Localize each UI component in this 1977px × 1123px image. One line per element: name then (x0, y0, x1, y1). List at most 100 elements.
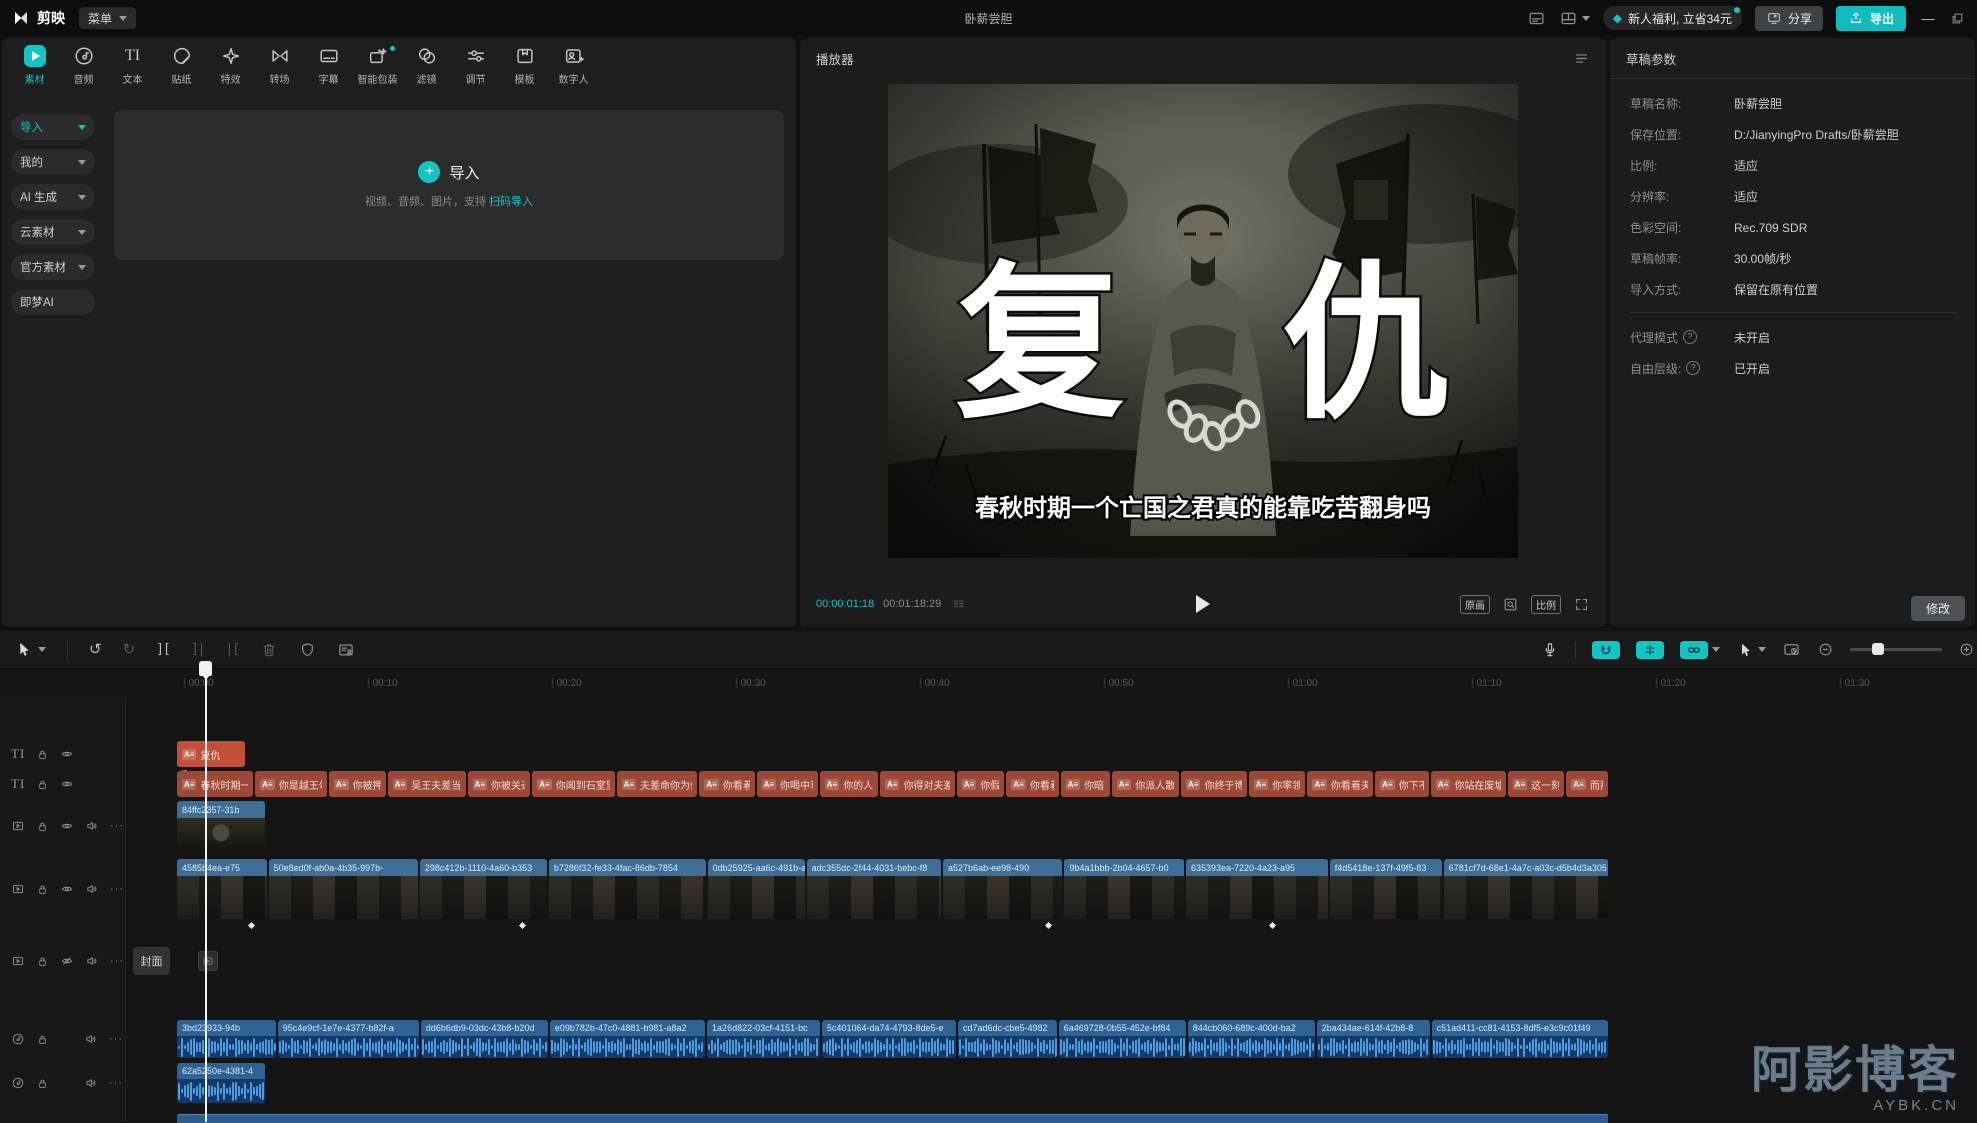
keyframe-dot[interactable] (1269, 922, 1276, 929)
timeline-preview-toggle[interactable] (1782, 640, 1801, 659)
eye-off-icon[interactable] (60, 954, 74, 968)
tab-audio[interactable]: 音频 (59, 44, 108, 96)
video-clip[interactable]: 6781cf7d-68e1-4a7c-a03c-d5b4d3a305 (1444, 859, 1608, 919)
timeline-zoom-slider[interactable] (1850, 648, 1942, 651)
modify-button[interactable]: 修改 (1911, 596, 1965, 621)
auto-snap-toggle[interactable] (1636, 641, 1664, 659)
restore-window-button[interactable] (1950, 11, 1965, 26)
mask-shield-button[interactable] (299, 641, 316, 658)
eye-icon[interactable] (60, 777, 74, 791)
scan-import-link[interactable]: 扫码导入 (489, 196, 533, 208)
timeline-ruler[interactable]: 00:0000:1000:2000:3000:4000:5001:0001:10… (126, 669, 1977, 697)
speaker-icon[interactable] (84, 1032, 98, 1046)
subtitle-clip[interactable]: A≡ 夫差命你为他 (617, 771, 698, 797)
tab-digital-human[interactable]: 数字人 (549, 44, 598, 96)
workspace-layout-button[interactable] (1559, 9, 1590, 28)
subtitle-clip[interactable]: A≡ 你闻到石室里 (532, 771, 614, 797)
zoom-slider-knob[interactable] (1872, 643, 1884, 655)
more-icon[interactable]: ··· (109, 1033, 123, 1045)
subtitle-clip[interactable]: A≡ 你被关进石 (468, 771, 531, 797)
fullscreen-icon[interactable] (1573, 596, 1590, 613)
subtitle-clip[interactable]: A≡ 吴王夫差当 (388, 771, 466, 797)
minimize-button[interactable]: — (1919, 11, 1937, 26)
cover-button[interactable]: 封面 (133, 947, 170, 975)
video-clip[interactable]: 4585b4ea-e75 (177, 859, 267, 919)
subtitle-clip[interactable]: A≡ 你假装 (957, 771, 1005, 797)
subtitle-clip[interactable]: A≡ 你看着 (699, 771, 754, 797)
keyframe-dot[interactable] (1045, 922, 1052, 929)
audio-clip[interactable]: 1a26d822-03cf-4151-bc (707, 1020, 820, 1058)
eye-icon[interactable] (60, 819, 74, 833)
split-keep-right-button[interactable]: |[ (225, 642, 239, 657)
tab-text[interactable]: TI 文本 (108, 44, 157, 96)
split-keep-left-button[interactable]: ]| (191, 642, 205, 657)
video-clip[interactable]: adc355dc-2f44-4031-bebc-f8 (807, 859, 941, 919)
quality-button[interactable]: 原画 (1460, 595, 1490, 614)
cover-thumbnail-placeholder[interactable] (198, 951, 218, 971)
linkage-toggle[interactable] (1680, 641, 1720, 659)
sidebar-item-official-material[interactable]: 官方素材 (11, 254, 95, 280)
tab-caption[interactable]: 字幕 (304, 44, 353, 96)
lock-icon[interactable] (36, 1077, 49, 1090)
video-clip[interactable]: 9b4a1bbb-2b04-4657-b0 (1064, 859, 1183, 919)
tab-material[interactable]: 素材 (10, 44, 59, 96)
subtitle-clip[interactable]: A≡ 你终于博王 (1181, 771, 1247, 797)
video-clip[interactable]: f4d5418e-137f-49f5-83 (1330, 859, 1442, 919)
audio-clip[interactable]: 2ba434ae-614f-42b8-8 (1317, 1020, 1430, 1058)
lock-icon[interactable] (36, 955, 49, 968)
eye-icon[interactable] (60, 882, 74, 896)
more-icon[interactable]: ··· (110, 955, 124, 967)
zoom-out-button[interactable] (1817, 641, 1834, 658)
main-track-magnet-toggle[interactable] (1592, 641, 1620, 659)
split-button[interactable]: ][ (156, 642, 170, 657)
lock-icon[interactable] (36, 778, 49, 791)
more-icon[interactable]: ··· (110, 883, 124, 895)
subtitle-clip[interactable]: A≡ 你是越王勾 (255, 771, 327, 797)
tab-transition[interactable]: 转场 (255, 44, 304, 96)
subtitle-clip[interactable]: A≡ 你暗中 (1061, 771, 1110, 797)
cursor-mode-toggle[interactable] (1736, 641, 1766, 659)
audio-clip[interactable]: cd7ad6dc-cbe5-4982 (958, 1020, 1057, 1058)
video-clip[interactable]: a527b6ab-ee98-490 (943, 859, 1062, 919)
tab-smart-package[interactable]: 智能包装 (353, 44, 402, 96)
subtitle-clip[interactable]: A≡ 你率领军 (1249, 771, 1306, 797)
lock-icon[interactable] (36, 1033, 49, 1046)
audio-clip[interactable]: dd6b6db9-03dc-43b8-b20d (421, 1020, 548, 1058)
audio-clip[interactable]: 844cb060-689c-400d-ba2 (1188, 1020, 1315, 1058)
audio-clip[interactable]: 95c4e9cf-1e7e-4377-b82f-a (278, 1020, 419, 1058)
audio-clip[interactable]: 3bd23933-94b (177, 1020, 276, 1058)
more-icon[interactable]: ··· (109, 1077, 123, 1089)
video-clip[interactable]: 298c412b-1110-4a60-b353 (420, 859, 547, 919)
tab-sticker[interactable]: 贴纸 (157, 44, 206, 96)
import-button[interactable]: + 导入 (418, 161, 479, 183)
help-icon[interactable]: ? (1686, 361, 1700, 375)
title-text-clip[interactable]: A≡ 复仇 (177, 741, 245, 767)
speaker-icon[interactable] (84, 1076, 98, 1090)
audio-clip[interactable]: 5c401064-da74-4793-8de5-e (822, 1020, 956, 1058)
subtitle-clip[interactable]: A≡ 而那 (1566, 771, 1608, 797)
sidebar-item-cloud-material[interactable]: 云素材 (11, 219, 95, 245)
tab-filter[interactable]: 滤镜 (402, 44, 451, 96)
tab-effects[interactable]: 特效 (206, 44, 255, 96)
select-tool-button[interactable] (14, 640, 46, 659)
audio-clip[interactable]: 6a469728-0b55-452e-bf84 (1059, 1020, 1186, 1058)
panel-layout-icon[interactable] (1527, 9, 1546, 28)
frame-columns-icon[interactable] (951, 597, 966, 612)
share-button[interactable]: 分享 (1755, 6, 1823, 31)
eye-icon[interactable] (60, 747, 74, 761)
video-preview[interactable]: 复 仇 春秋时期一个亡国之君真的能靠吃苦翻身吗 (888, 84, 1518, 558)
ratio-button[interactable]: 比例 (1531, 595, 1561, 614)
subtitle-clip[interactable]: A≡ 你喝中草 (757, 771, 818, 797)
video-clip[interactable]: 84ffc2357-31b (177, 801, 265, 851)
video-clip[interactable]: 635393ea-7220-4a23-a95 (1186, 859, 1328, 919)
subtitle-clip[interactable]: A≡ 你看着 (1006, 771, 1058, 797)
sidebar-item-jimeng-ai[interactable]: 即梦AI (11, 289, 95, 315)
subtitle-clip[interactable]: A≡ 你站在废墟上 (1431, 771, 1506, 797)
speaker-icon[interactable] (85, 954, 99, 968)
lock-icon[interactable] (36, 820, 49, 833)
video-clip[interactable]: 0db25925-aa6c-491b-a (708, 859, 805, 919)
video-clip[interactable]: b7286f32-fe33-4fac-86db-7854 (549, 859, 706, 919)
lock-icon[interactable] (36, 883, 49, 896)
speaker-icon[interactable] (85, 819, 99, 833)
zoom-in-button[interactable] (1958, 641, 1975, 658)
